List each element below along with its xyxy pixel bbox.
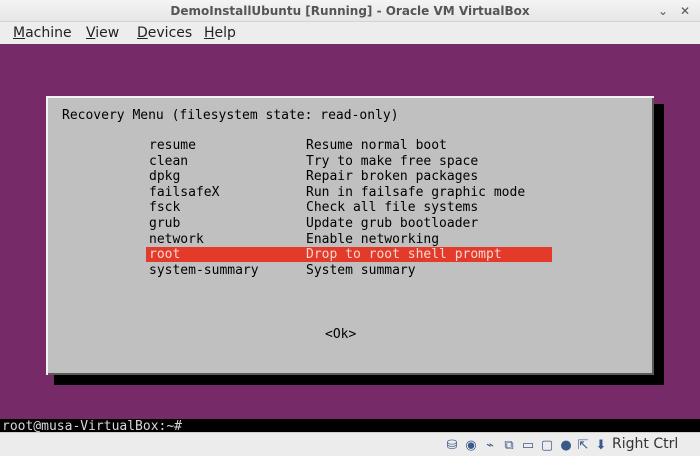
vm-display[interactable]: Recovery Menu (filesystem state: read-on… (0, 44, 700, 432)
optical-drive-icon[interactable]: ◉ (463, 437, 479, 453)
option-row-resume[interactable]: resume Resume normal boot (146, 138, 552, 153)
status-bar: ⛁ ◉ ⌁ ⧉ ▭ ▢ ● ⇱ ⬇ Right Ctrl (0, 432, 700, 456)
menu-bar: Machine View Devices Help (0, 22, 700, 44)
option-row-grub[interactable]: grub Update grub bootloader (146, 216, 552, 231)
option-row-network[interactable]: network Enable networking (146, 232, 552, 247)
mouse-integration-icon[interactable]: ⇱ (575, 437, 591, 453)
host-key-label: Right Ctrl (612, 436, 679, 452)
recovery-menu-dialog: Recovery Menu (filesystem state: read-on… (46, 96, 654, 375)
dialog-title: Recovery Menu (filesystem state: read-on… (62, 108, 399, 123)
option-row-system-summary[interactable]: system-summary System summary (146, 263, 552, 278)
menu-machine[interactable]: Machine (13, 25, 72, 41)
display-icon[interactable]: ▢ (539, 437, 555, 453)
video-capture-icon[interactable]: ● (558, 437, 574, 453)
hard-disk-icon[interactable]: ⛁ (444, 437, 460, 453)
close-button[interactable]: ✕ (678, 4, 692, 18)
host-key-arrow-icon: ⬇ (595, 437, 607, 453)
option-row-failsafex[interactable]: failsafeX Run in failsafe graphic mode (146, 185, 552, 200)
minimize-button[interactable]: ⌄ (656, 4, 670, 18)
window-title-bar[interactable]: DemoInstallUbuntu [Running] - Oracle VM … (0, 0, 700, 22)
option-row-fsck[interactable]: fsck Check all file systems (146, 200, 552, 215)
menu-devices[interactable]: Devices (137, 25, 192, 41)
usb-icon[interactable]: ⌁ (482, 437, 498, 453)
window-title: DemoInstallUbuntu [Running] - Oracle VM … (170, 4, 530, 18)
menu-help[interactable]: Help (204, 25, 236, 41)
menu-view[interactable]: View (86, 25, 119, 41)
ok-button[interactable]: <Ok> (325, 327, 356, 342)
option-row-clean[interactable]: clean Try to make free space (146, 154, 552, 169)
network-icon[interactable]: ⧉ (501, 437, 517, 453)
shared-folders-icon[interactable]: ▭ (520, 437, 536, 453)
option-row-dpkg[interactable]: dpkg Repair broken packages (146, 169, 552, 184)
option-row-root[interactable]: root Drop to root shell prompt (146, 247, 552, 263)
